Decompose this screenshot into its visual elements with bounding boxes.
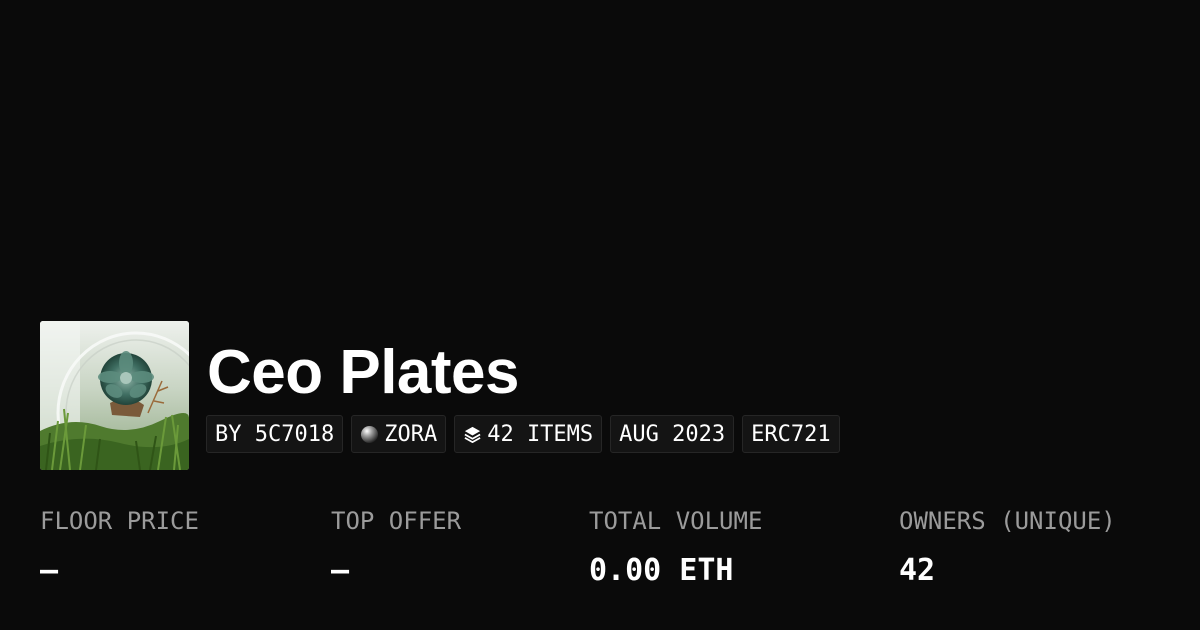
succulent-terrarium-image: [40, 321, 189, 470]
creator-tag[interactable]: BY 5C7018: [206, 415, 344, 453]
floor-price-value: –: [40, 553, 59, 588]
top-offer-value: –: [331, 553, 350, 588]
top-offer-label: TOP OFFER: [331, 507, 462, 535]
owners-label: OWNERS (UNIQUE): [899, 507, 1116, 535]
total-volume-value: 0.00 ETH: [589, 553, 734, 588]
floor-price-label: FLOOR PRICE: [40, 507, 199, 535]
collection-tags: BY 5C7018 ZORA 42 ITEMS AUG 2023 ERC721: [206, 415, 840, 453]
items-count-tag[interactable]: 42 ITEMS: [454, 415, 603, 453]
owners-stat: OWNERS (UNIQUE) 42: [899, 503, 1116, 589]
creator-tag-label: BY 5C7018: [215, 421, 335, 447]
stack-layers-icon: [463, 425, 482, 444]
created-date-tag[interactable]: AUG 2023: [610, 415, 735, 453]
floor-price-stat: FLOOR PRICE –: [40, 503, 199, 589]
network-tag[interactable]: ZORA: [351, 415, 447, 453]
zora-orb-icon: [360, 425, 379, 444]
token-standard-label: ERC721: [751, 421, 831, 447]
collection-title: Ceo Plates: [207, 338, 520, 407]
token-standard-tag[interactable]: ERC721: [742, 415, 840, 453]
collection-thumbnail: [40, 321, 189, 470]
created-date-label: AUG 2023: [619, 421, 726, 447]
owners-value: 42: [899, 553, 936, 588]
total-volume-label: TOTAL VOLUME: [589, 507, 763, 535]
network-tag-label: ZORA: [384, 421, 438, 447]
items-count-label: 42 ITEMS: [487, 421, 594, 447]
total-volume-stat: TOTAL VOLUME 0.00 ETH: [589, 503, 762, 589]
top-offer-stat: TOP OFFER –: [331, 503, 461, 589]
